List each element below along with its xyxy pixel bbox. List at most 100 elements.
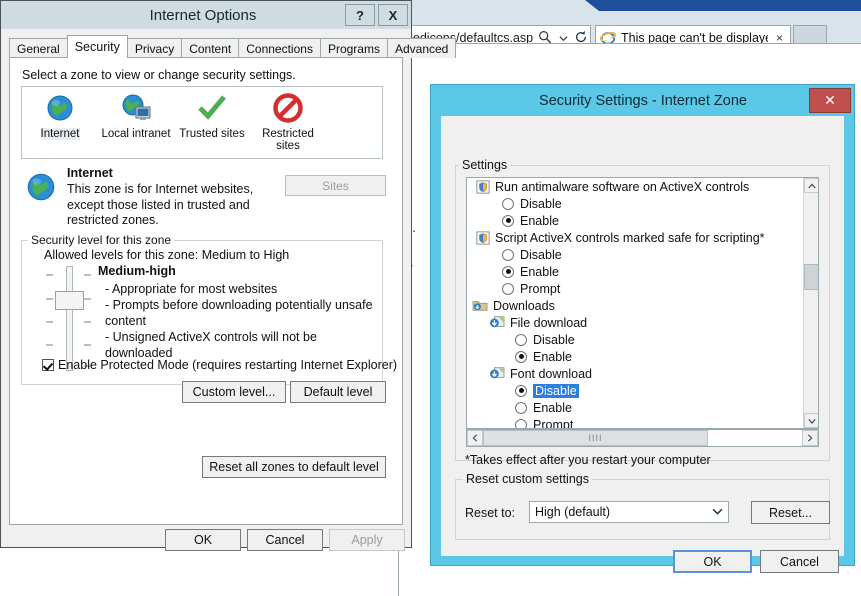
zone-item-internet[interactable]: Internet [22, 87, 98, 158]
ie-tab-shape [399, 0, 599, 11]
list-item[interactable]: File download [467, 314, 802, 331]
shield-icon [476, 179, 490, 194]
selected-zone-name: Internet [67, 166, 113, 180]
security-level-details: - Appropriate for most websites - Prompt… [105, 282, 373, 360]
apply-button[interactable]: Apply [329, 529, 405, 551]
list-item[interactable]: Enable [467, 212, 802, 229]
list-item[interactable]: Prompt [467, 280, 802, 297]
ie-toolbar: ddedicons/defaultcs.asp This page can't … [395, 11, 861, 51]
radio-button[interactable] [502, 197, 514, 210]
close-button[interactable]: X [378, 4, 408, 26]
ie-title-bar [399, 0, 861, 11]
radio-button[interactable] [515, 418, 527, 428]
zone-instruction-label: Select a zone to view or change security… [22, 68, 296, 82]
radio-button[interactable] [515, 350, 527, 363]
list-item[interactable]: Enable [467, 263, 802, 280]
zone-item-local-intranet[interactable]: Local intranet [98, 87, 174, 158]
list-item[interactable]: Downloads [467, 297, 802, 314]
internet-options-dialog: Internet Options ? X General Security Pr… [0, 0, 457, 551]
list-item[interactable]: Disable [467, 246, 802, 263]
download-icon [489, 366, 505, 382]
chevron-up-icon[interactable] [804, 178, 818, 193]
custom-level-button[interactable]: Custom level... [182, 381, 286, 403]
chevron-left-icon[interactable] [467, 430, 483, 446]
list-item-label: Enable [533, 349, 572, 364]
list-item-label: Enable [533, 400, 572, 415]
close-button[interactable]: ✕ [809, 88, 851, 113]
slider-tick [46, 274, 53, 276]
default-level-button[interactable]: Default level [290, 381, 386, 403]
chevron-right-icon[interactable] [802, 430, 818, 446]
reset-to-select[interactable]: High (default) [529, 501, 729, 523]
list-item-label: Disable [520, 247, 562, 262]
list-item-label: Enable [520, 213, 559, 228]
tab-connections[interactable]: Connections [238, 38, 321, 58]
protected-mode-row[interactable]: Enable Protected Mode (requires restarti… [42, 358, 397, 372]
download-icon [489, 315, 505, 331]
ok-button[interactable]: OK [673, 550, 752, 573]
list-item[interactable]: Run antimalware software on ActiveX cont… [467, 178, 802, 195]
slider-tick [46, 321, 53, 323]
green-check-icon [196, 92, 228, 124]
selected-zone-description: This zone is for Internet websites, exce… [67, 182, 254, 227]
reset-all-zones-button[interactable]: Reset all zones to default level [202, 456, 386, 478]
chevron-down-icon[interactable] [804, 413, 818, 428]
cancel-button[interactable]: Cancel [760, 550, 839, 573]
radio-button[interactable] [502, 282, 514, 295]
tab-advanced[interactable]: Advanced [386, 38, 457, 58]
zone-item-trusted-sites[interactable]: Trusted sites [174, 87, 250, 158]
allowed-levels-label: Allowed levels for this zone: Medium to … [44, 248, 290, 262]
security-level-name: Medium-high [98, 264, 176, 278]
zone-item-restricted-sites[interactable]: Restricted sites [250, 87, 326, 158]
cancel-button[interactable]: Cancel [247, 529, 323, 551]
list-item[interactable]: Enable [467, 348, 802, 365]
list-item[interactable]: Disable [467, 195, 802, 212]
help-button[interactable]: ? [345, 4, 375, 26]
radio-button[interactable] [502, 214, 514, 227]
security-level-slider[interactable] [46, 266, 92, 371]
list-item[interactable]: Prompt [467, 416, 802, 429]
radio-button[interactable] [515, 401, 527, 414]
tab-privacy[interactable]: Privacy [126, 38, 183, 58]
list-item[interactable]: Disable [467, 382, 802, 399]
zone-label-trusted-sites: Trusted sites [179, 128, 245, 140]
slider-tick [84, 298, 91, 300]
zone-label-restricted-sites: Restricted sites [262, 128, 314, 152]
tab-programs[interactable]: Programs [319, 38, 388, 58]
tab-general[interactable]: General [9, 38, 68, 58]
internet-options-title: Internet Options [149, 6, 257, 24]
list-item[interactable]: Font download [467, 365, 802, 382]
radio-button[interactable] [515, 333, 527, 346]
list-item-label: Font download [510, 366, 593, 381]
scrollbar-thumb[interactable] [804, 264, 818, 290]
settings-group-title: Settings [459, 158, 511, 172]
red-prohibited-icon [272, 92, 304, 124]
chevron-down-icon[interactable] [706, 507, 728, 517]
list-item-label: Prompt [520, 281, 561, 296]
list-item-label: Prompt [533, 417, 574, 429]
vertical-scrollbar[interactable] [803, 178, 818, 428]
radio-button[interactable] [502, 248, 514, 261]
list-item[interactable]: Enable [467, 399, 802, 416]
tab-security[interactable]: Security [66, 35, 128, 58]
horizontal-scrollbar[interactable]: IIII [466, 429, 819, 447]
list-item-label: Disable [520, 196, 562, 211]
radio-button[interactable] [502, 265, 514, 278]
protected-mode-checkbox[interactable] [42, 359, 54, 371]
scrollbar-thumb[interactable]: IIII [483, 430, 708, 446]
slider-thumb[interactable] [55, 291, 84, 310]
list-item[interactable]: Disable [467, 331, 802, 348]
slider-tick [46, 298, 53, 300]
sites-button[interactable]: Sites [285, 175, 386, 196]
settings-list[interactable]: Run antimalware software on ActiveX cont… [466, 177, 819, 429]
list-item[interactable]: Script ActiveX controls marked safe for … [467, 229, 802, 246]
list-item-label: Disable [533, 383, 579, 398]
slider-tick [84, 321, 91, 323]
protected-mode-label: Enable Protected Mode (requires restarti… [58, 358, 398, 372]
reset-button[interactable]: Reset... [751, 501, 830, 524]
radio-button[interactable] [515, 384, 527, 397]
tab-content[interactable]: Content [181, 38, 240, 58]
security-settings-body: Settings Run antimalware software on Act… [441, 116, 844, 573]
list-item-label: Run antimalware software on ActiveX cont… [495, 179, 750, 194]
ok-button[interactable]: OK [165, 529, 241, 551]
